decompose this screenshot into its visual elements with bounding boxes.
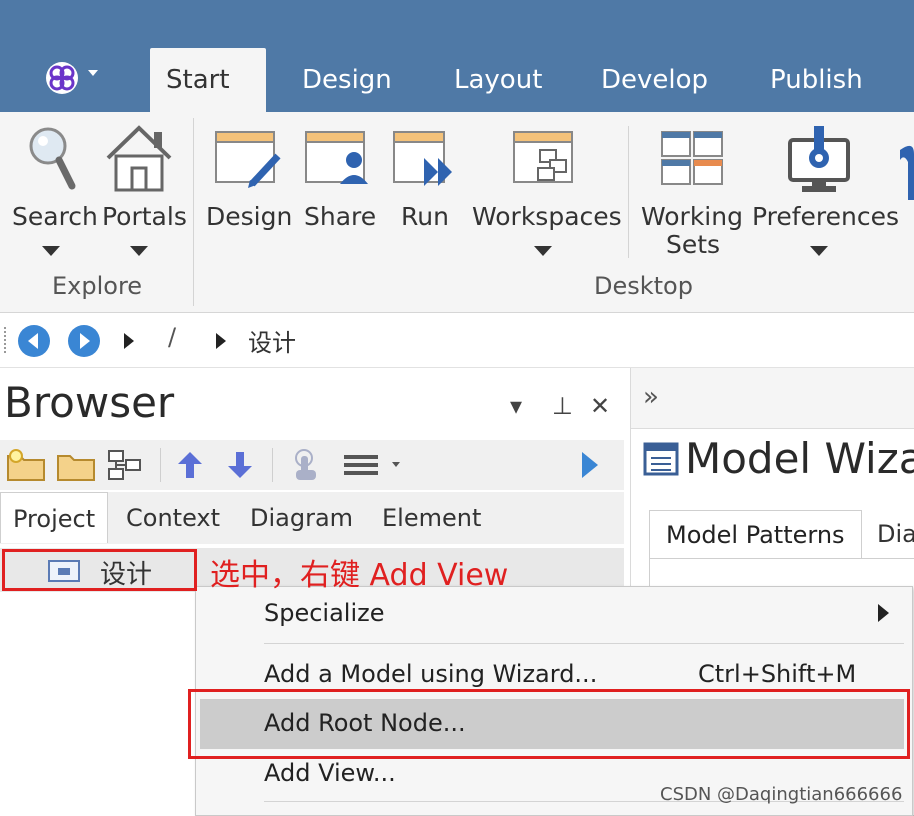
tab-diagram-partial[interactable]: Dia	[877, 520, 914, 548]
tab-layout[interactable]: Layout	[438, 48, 558, 112]
preferences-dropdown-icon[interactable]	[810, 246, 828, 256]
tab-publish[interactable]: Publish	[754, 48, 879, 112]
move-down-icon[interactable]	[224, 448, 256, 486]
search-icon[interactable]	[26, 124, 78, 198]
back-button[interactable]	[18, 325, 50, 357]
design-window-icon[interactable]	[214, 130, 284, 196]
collapse-panel-icon[interactable]: »	[643, 382, 659, 412]
app-menu-caret-icon[interactable]	[88, 70, 98, 76]
tab-diagram[interactable]: Diagram	[238, 492, 365, 542]
preferences-icon[interactable]	[786, 124, 854, 198]
preferences-button[interactable]: Preferences	[752, 202, 899, 231]
run-window-icon[interactable]	[392, 130, 458, 196]
menu-lines-icon[interactable]	[342, 448, 406, 486]
forward-button[interactable]	[68, 325, 100, 357]
grip-icon[interactable]	[4, 327, 9, 353]
touch-icon[interactable]	[290, 448, 322, 486]
highlight-box-tree-item	[2, 549, 197, 591]
portals-dropdown-icon[interactable]	[130, 246, 148, 256]
menu-separator	[264, 643, 904, 644]
highlight-box-add-root-node	[188, 689, 910, 759]
design-button[interactable]: Design	[206, 202, 292, 231]
menu-item-label: Add a Model using Wizard...	[264, 660, 598, 688]
breadcrumb-arrow-icon[interactable]	[124, 333, 134, 349]
tab-element[interactable]: Element	[370, 492, 493, 542]
watermark: CSDN @Daqingtian666666	[660, 784, 903, 805]
browser-tabs: Project Context Diagram Element	[0, 492, 624, 544]
new-package-icon[interactable]	[6, 448, 46, 486]
folder-icon[interactable]	[56, 448, 96, 486]
model-wizard-icon	[643, 442, 679, 480]
toolbar-separator	[160, 448, 161, 482]
working-sets-icon[interactable]	[660, 130, 726, 192]
menu-item-label: Add View...	[264, 759, 396, 787]
share-button[interactable]: Share	[304, 202, 376, 231]
ribbon-separator	[628, 126, 629, 258]
tab-develop[interactable]: Develop	[585, 48, 724, 112]
workspaces-button[interactable]: Workspaces	[472, 202, 622, 231]
run-button[interactable]: Run	[401, 202, 449, 231]
search-dropdown-icon[interactable]	[42, 246, 60, 256]
tab-project[interactable]: Project	[0, 492, 109, 543]
search-button[interactable]: Search	[12, 202, 98, 231]
navigation-bar: / 设计	[0, 313, 914, 368]
title-bar: Start Design Layout Develop Publish	[0, 0, 914, 112]
hierarchy-icon[interactable]	[106, 448, 146, 486]
desktop-group-label: Desktop	[594, 272, 693, 300]
breadcrumb-arrow-icon[interactable]	[216, 333, 226, 349]
share-window-icon[interactable]	[304, 130, 368, 196]
working-sets-button-line2[interactable]: Sets	[666, 230, 720, 259]
ribbon: Search Portals Explore Design Share Run …	[0, 112, 914, 313]
app-menu-icon[interactable]	[44, 60, 80, 96]
workspaces-icon[interactable]	[512, 130, 576, 196]
move-up-icon[interactable]	[174, 448, 206, 486]
tab-start[interactable]: Start	[150, 48, 266, 112]
browser-toolbar	[0, 440, 624, 490]
portals-button[interactable]: Portals	[102, 202, 187, 231]
tab-context[interactable]: Context	[114, 492, 232, 542]
tab-model-patterns[interactable]: Model Patterns	[649, 510, 862, 559]
model-wizard-title: Model Wiza	[685, 434, 914, 483]
explore-group-label: Explore	[52, 272, 143, 300]
submenu-arrow-icon	[878, 604, 889, 622]
expand-arrow-icon[interactable]	[578, 448, 602, 486]
toolbar-separator	[272, 448, 273, 482]
pin-icon[interactable]: ⊥	[552, 392, 573, 420]
workspaces-dropdown-icon[interactable]	[534, 246, 552, 256]
browser-title: Browser	[4, 378, 175, 427]
annotation-text: 选中，右键 Add View	[210, 558, 509, 593]
breadcrumb-separator: /	[168, 323, 177, 351]
overflow-icon	[900, 140, 914, 204]
tab-design[interactable]: Design	[286, 48, 408, 112]
menu-item-shortcut: Ctrl+Shift+M	[698, 660, 857, 688]
ribbon-separator	[193, 118, 194, 306]
close-icon[interactable]: ✕	[590, 392, 610, 420]
working-sets-button[interactable]: Working	[641, 202, 743, 231]
home-icon[interactable]	[104, 122, 174, 198]
breadcrumb-path[interactable]: 设计	[248, 323, 296, 358]
menu-item-specialize[interactable]: Specialize	[196, 589, 912, 639]
menu-item-label: Specialize	[264, 599, 385, 627]
panel-dropdown-icon[interactable]: ▾	[510, 392, 522, 420]
